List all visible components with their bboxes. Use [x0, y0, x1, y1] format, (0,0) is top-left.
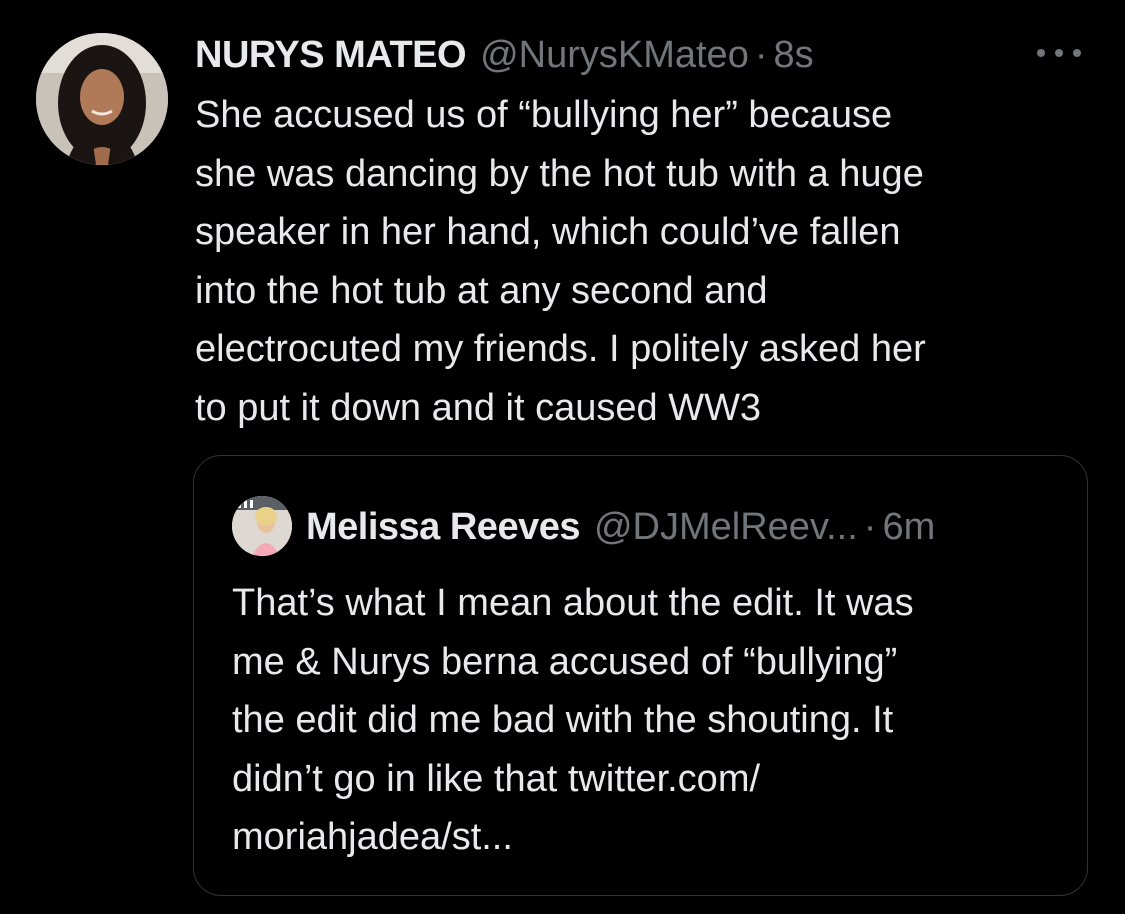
- tweet-text: She accused us of “bullying her” because…: [195, 94, 926, 429]
- quote-text: That’s what I mean about the edit. It wa…: [232, 582, 914, 858]
- quote-avatar-image: [232, 496, 292, 556]
- author-handle[interactable]: @NurysKMateo: [480, 30, 749, 80]
- separator-dot: ·: [863, 506, 877, 548]
- tweet-header: NURYS MATEO @NurysKMateo · 8s: [195, 30, 814, 80]
- ellipsis-icon[interactable]: [1033, 38, 1085, 68]
- quoted-tweet[interactable]: Melissa Reeves @DJMelReev... · 6m That’s…: [193, 455, 1088, 896]
- timestamp[interactable]: 8s: [773, 30, 813, 80]
- separator-dot: ·: [754, 34, 768, 76]
- dot-shape: [1055, 49, 1063, 57]
- quote-author-handle[interactable]: @DJMelReev...: [594, 502, 858, 552]
- dot-shape: [1037, 49, 1045, 57]
- quote-header: Melissa Reeves @DJMelReev... · 6m: [306, 502, 935, 552]
- quote-avatar[interactable]: [232, 496, 292, 556]
- avatar-image: [36, 33, 168, 165]
- tweet: NURYS MATEO @NurysKMateo · 8s She accuse…: [0, 0, 1125, 914]
- quote-author-name[interactable]: Melissa Reeves: [306, 502, 580, 552]
- author-name[interactable]: NURYS MATEO: [195, 30, 467, 80]
- quote-timestamp[interactable]: 6m: [882, 502, 935, 552]
- dot-shape: [1073, 49, 1081, 57]
- avatar[interactable]: [36, 33, 168, 165]
